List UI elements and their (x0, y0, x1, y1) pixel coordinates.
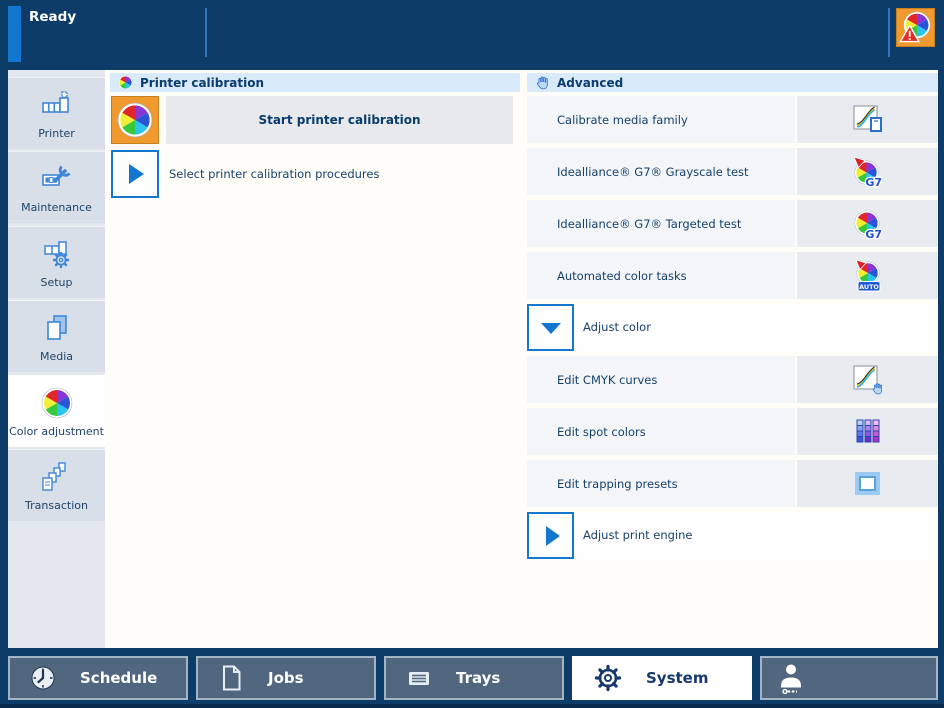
play-triangle-icon (545, 525, 560, 546)
cmyk-curves-icon (852, 364, 882, 394)
g7-targeted-icon: G7 (853, 209, 883, 241)
sidebar-item-setup[interactable]: Setup (8, 226, 105, 298)
panel-title: Advanced (557, 75, 624, 90)
color-wheel-warning-icon (899, 11, 931, 43)
row-label: Automated color tasks (557, 268, 687, 283)
printer-control-screen: Ready Printer Maintenance Setup Media Co… (0, 0, 944, 708)
panel-title: Printer calibration (140, 75, 265, 90)
sidebar-item-label: Media (39, 350, 74, 363)
printer-status-text: Ready (29, 9, 77, 25)
g7-badge: G7 (865, 176, 882, 189)
tab-label: System (646, 669, 709, 687)
sidebar-item-label: Printer (38, 127, 75, 140)
transaction-icon (41, 462, 66, 491)
row-automated-color-tasks[interactable]: Automated color tasks AUTO (527, 252, 938, 299)
sidebar-item-label: Setup (40, 276, 73, 289)
row-edit-cmyk-curves[interactable]: Edit CMYK curves (527, 356, 938, 403)
tab-label: Trays (456, 669, 501, 687)
row-label: Adjust print engine (583, 528, 693, 542)
screen-bottom-edge (0, 704, 944, 708)
row-label: Adjust color (583, 320, 651, 334)
sidebar-item-label: Maintenance (21, 201, 92, 214)
auto-color-icon: AUTO (854, 258, 880, 291)
start-printer-calibration-button[interactable]: Start printer calibration (166, 96, 513, 144)
tab-label: Schedule (80, 669, 158, 687)
color-wheel-icon (118, 75, 133, 90)
row-calibrate-media-family[interactable]: Calibrate media family (527, 96, 938, 143)
document-icon (216, 663, 246, 693)
color-warning-button[interactable] (896, 8, 935, 47)
row-g7-targeted-test[interactable]: Idealliance® G7® Targeted test G7 (527, 200, 938, 247)
advanced-header: Advanced (527, 73, 938, 92)
tab-trays[interactable]: Trays (384, 656, 564, 700)
row-label: Idealliance® G7® Grayscale test (557, 164, 749, 179)
sidebar-item-label: Transaction (25, 499, 88, 512)
triangle-down-icon (540, 322, 561, 334)
user-key-icon (774, 661, 808, 695)
color-wheel-icon (40, 387, 73, 419)
collapse-button[interactable] (527, 304, 574, 351)
status-accent-bar (8, 6, 21, 62)
trapping-icon (854, 471, 880, 495)
expand-button[interactable] (527, 512, 574, 559)
hand-icon (535, 75, 550, 90)
sidebar-item-label: Color adjustment (9, 425, 104, 438)
sidebar-item-maintenance[interactable]: Maintenance (8, 151, 105, 223)
spot-colors-icon (856, 419, 879, 442)
row-label: Edit spot colors (557, 424, 646, 439)
g7-grayscale-icon: G7 (852, 155, 883, 189)
row-edit-trapping-presets[interactable]: Edit trapping presets (527, 460, 938, 507)
select-procedures-expand-button[interactable] (111, 150, 159, 198)
tray-icon (404, 663, 434, 693)
row-label: Edit CMYK curves (557, 372, 658, 387)
printer-icon (41, 91, 69, 113)
row-label: Edit trapping presets (557, 476, 678, 491)
user-login-button[interactable] (760, 656, 938, 700)
tab-jobs[interactable]: Jobs (196, 656, 376, 700)
maintenance-icon (41, 165, 71, 186)
sidebar: Printer Maintenance Setup Media Color ad… (8, 70, 105, 648)
setup-icon (43, 241, 69, 269)
sidebar-item-color-adjustment[interactable]: Color adjustment (8, 375, 105, 447)
gear-icon (592, 662, 624, 694)
media-icon (46, 315, 67, 340)
calibrate-media-icon (852, 104, 882, 132)
bottom-nav: Schedule Jobs Trays System (0, 648, 944, 708)
printer-calibration-header: Printer calibration (110, 73, 520, 92)
row-label: Calibrate media family (557, 112, 688, 127)
sidebar-item-transaction[interactable]: Transaction (8, 449, 105, 521)
sidebar-item-printer[interactable]: Printer (8, 77, 105, 149)
content-area: Printer calibration Start printer calibr… (105, 70, 938, 648)
start-calibration-icon-button[interactable] (111, 96, 159, 144)
row-adjust-print-engine[interactable]: Adjust print engine (527, 512, 938, 559)
statusbar-divider (888, 8, 890, 57)
status-bar: Ready (0, 0, 944, 70)
color-wheel-icon (117, 102, 153, 138)
g7-badge: G7 (865, 228, 882, 241)
row-edit-spot-colors[interactable]: Edit spot colors (527, 408, 938, 455)
row-g7-grayscale-test[interactable]: Idealliance® G7® Grayscale test G7 (527, 148, 938, 195)
select-procedures-label: Select printer calibration procedures (169, 167, 380, 181)
clock-icon (28, 663, 58, 693)
play-triangle-icon (129, 164, 144, 184)
statusbar-divider (205, 8, 207, 57)
row-adjust-color[interactable]: Adjust color (527, 304, 938, 351)
auto-badge: AUTO (859, 283, 879, 291)
tab-system[interactable]: System (572, 656, 752, 700)
tab-label: Jobs (268, 669, 304, 687)
tab-schedule[interactable]: Schedule (8, 656, 188, 700)
row-label: Idealliance® G7® Targeted test (557, 216, 742, 231)
sidebar-item-media[interactable]: Media (8, 300, 105, 372)
